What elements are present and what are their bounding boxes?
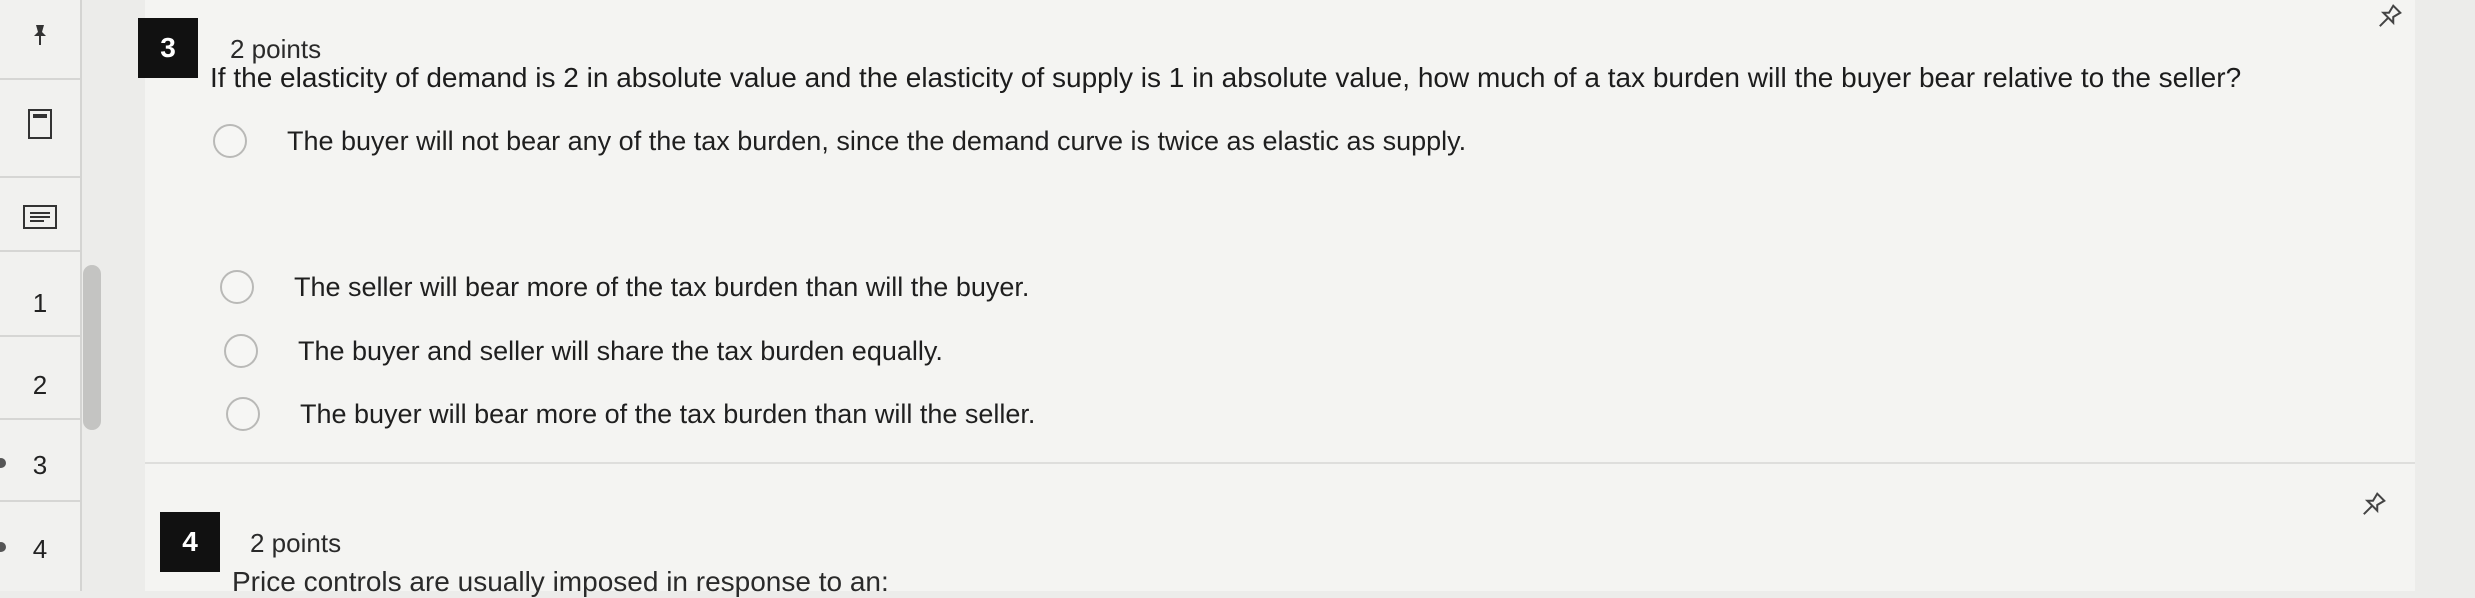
radio-button[interactable] xyxy=(226,397,260,431)
pin-question-icon[interactable] xyxy=(2372,0,2406,34)
answer-option-2[interactable]: The seller will bear more of the tax bur… xyxy=(220,270,1029,304)
question-text: Price controls are usually imposed in re… xyxy=(232,566,889,597)
question-text: If the elasticity of demand is 2 in abso… xyxy=(210,62,2242,93)
sidebar-item-question-3[interactable]: 3 xyxy=(0,450,80,481)
question-navigator: 1 2 3 4 xyxy=(0,0,82,591)
answer-option-label: The seller will bear more of the tax bur… xyxy=(294,271,1030,302)
radio-button[interactable] xyxy=(220,270,254,304)
question-number-badge: 4 xyxy=(160,512,220,572)
question-points: 2 points xyxy=(250,528,342,558)
answer-option-3[interactable]: The buyer and seller will share the tax … xyxy=(224,334,943,368)
question-number-badge: 3 xyxy=(138,18,198,78)
radio-button[interactable] xyxy=(213,124,247,158)
sidebar-item-label: 1 xyxy=(32,288,48,318)
answer-option-1[interactable]: The buyer will not bear any of the tax b… xyxy=(213,124,1466,158)
pin-icon[interactable] xyxy=(0,22,80,48)
question-points: 2 points xyxy=(230,34,322,64)
sidebar-scrollbar[interactable] xyxy=(83,265,101,430)
question-separator xyxy=(145,462,2415,464)
pin-question-icon[interactable] xyxy=(2356,488,2390,522)
radio-button[interactable] xyxy=(224,334,258,368)
sidebar-item-label: 2 xyxy=(32,370,48,400)
sidebar-item-label: 4 xyxy=(32,534,48,564)
sidebar-item-question-1[interactable]: 1 xyxy=(0,288,80,319)
calculator-icon[interactable] xyxy=(0,108,80,140)
notes-icon[interactable] xyxy=(0,204,80,230)
answer-option-label: The buyer will not bear any of the tax b… xyxy=(287,125,1467,156)
sidebar-item-question-2[interactable]: 2 xyxy=(0,370,80,401)
answer-option-label: The buyer and seller will share the tax … xyxy=(298,335,943,366)
answer-option-label: The buyer will bear more of the tax burd… xyxy=(300,398,1036,429)
sidebar-item-question-4[interactable]: 4 xyxy=(0,534,80,565)
sidebar-divider xyxy=(0,500,80,502)
sidebar-divider xyxy=(0,335,80,337)
current-question-indicator xyxy=(0,458,6,468)
question-indicator xyxy=(0,542,6,552)
sidebar-item-label: 3 xyxy=(32,450,48,480)
sidebar-divider xyxy=(0,418,80,420)
sidebar-divider xyxy=(0,250,80,252)
sidebar-divider xyxy=(0,78,80,80)
answer-option-4[interactable]: The buyer will bear more of the tax burd… xyxy=(226,397,1035,431)
sidebar-divider xyxy=(0,176,80,178)
